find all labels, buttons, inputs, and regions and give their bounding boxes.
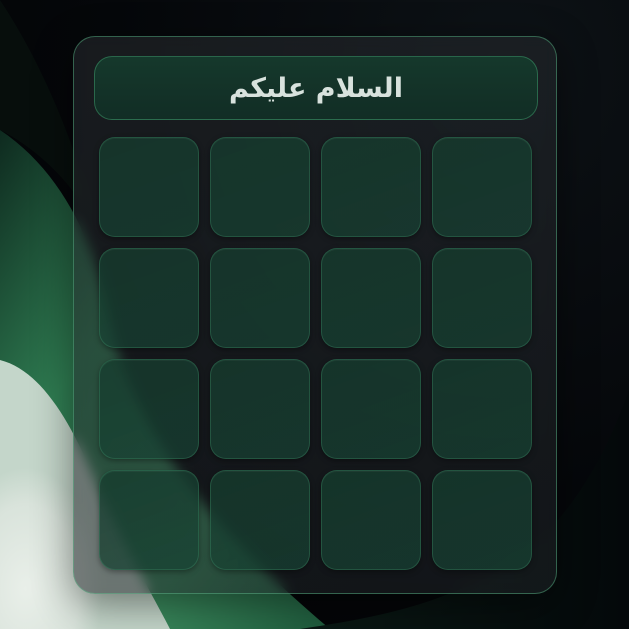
greeting-title: السلام عليكم [229,72,403,104]
title-bar: السلام عليكم [94,56,538,120]
keypad-panel: السلام عليكم [73,36,557,594]
desktop-background: السلام عليكم [0,0,629,629]
keypad-key-4[interactable] [432,137,532,237]
keypad-key-16[interactable] [432,470,532,570]
keypad-key-12[interactable] [432,359,532,459]
keypad-key-5[interactable] [99,248,199,348]
keypad-key-9[interactable] [99,359,199,459]
keypad-key-15[interactable] [321,470,421,570]
keypad-key-13[interactable] [99,470,199,570]
keypad-grid [99,137,534,571]
keypad-key-6[interactable] [210,248,310,348]
keypad-key-2[interactable] [210,137,310,237]
keypad-key-3[interactable] [321,137,421,237]
keypad-key-8[interactable] [432,248,532,348]
keypad-key-10[interactable] [210,359,310,459]
keypad-key-7[interactable] [321,248,421,348]
keypad-key-14[interactable] [210,470,310,570]
keypad-key-11[interactable] [321,359,421,459]
keypad-key-1[interactable] [99,137,199,237]
